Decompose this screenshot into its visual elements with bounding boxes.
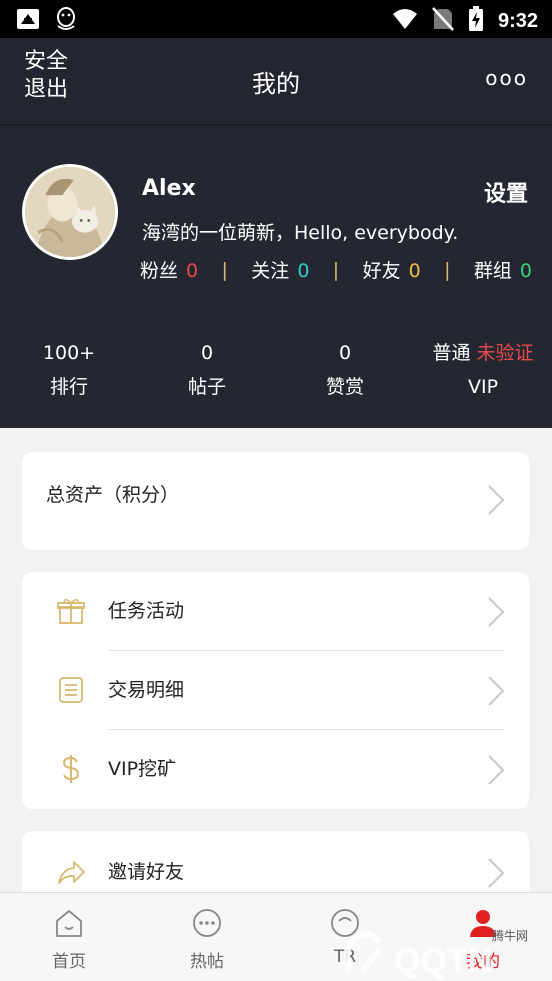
rank-stat[interactable]: 100+ 排行 — [0, 336, 138, 404]
chevron-right-icon — [488, 597, 505, 627]
rank-label: 排行 — [49, 376, 88, 398]
posts-label: 帖子 — [187, 376, 226, 398]
menu-item-tasks[interactable]: 任务活动 — [22, 572, 529, 651]
svg-text:腾牛网: 腾牛网 — [492, 928, 528, 943]
vip-level: 普通 — [432, 342, 471, 364]
menu-item-label: 邀请好友 — [108, 861, 185, 883]
no-sim-icon — [432, 7, 454, 35]
rewards-value: 0 — [338, 342, 352, 364]
avatar[interactable] — [22, 164, 118, 260]
chat-bubble-icon — [193, 909, 221, 937]
username: Alex — [142, 176, 196, 201]
tab-label: 首页 — [52, 952, 86, 972]
app-header: 安全退出 我的 ooo — [0, 38, 552, 124]
chevron-right-icon — [488, 755, 505, 785]
menu-item-label: 交易明细 — [108, 679, 185, 701]
vip-label: VIP — [467, 376, 499, 398]
menu-item-vip-mining[interactable]: VIP挖矿 — [22, 730, 529, 809]
total-assets-title: 总资产（积分） — [46, 484, 180, 506]
chevron-right-icon — [488, 676, 505, 706]
share-arrow-icon — [58, 861, 85, 884]
more-options-button[interactable]: ooo — [485, 66, 528, 90]
dollar-icon — [62, 755, 80, 783]
groups-stat[interactable]: 群组 0 — [474, 256, 532, 283]
vip-stat[interactable]: 普通 未验证 VIP — [414, 336, 552, 404]
following-label: 关注 — [251, 260, 290, 282]
chevron-right-icon — [488, 858, 505, 888]
watermark-logo: QQTN 腾牛网 — [340, 920, 552, 981]
friends-stat[interactable]: 好友 0 — [363, 256, 421, 283]
menu-item-transactions[interactable]: 交易明细 — [22, 651, 529, 730]
tab-home[interactable]: 首页 — [0, 893, 138, 981]
menu-card: 任务活动 交易明细 VIP挖矿 — [22, 572, 529, 809]
menu-item-label: 任务活动 — [108, 600, 185, 622]
tab-hot-posts[interactable]: 热帖 — [138, 893, 276, 981]
followers-label: 粉丝 — [140, 260, 179, 282]
page-title: 我的 — [252, 70, 300, 98]
status-bar: 9:32 — [0, 0, 552, 38]
rank-value: 100+ — [42, 342, 96, 364]
following-count: 0 — [297, 260, 310, 282]
home-icon — [56, 910, 82, 937]
total-assets-card[interactable]: 总资产（积分） — [22, 452, 529, 550]
status-time: 9:32 — [497, 9, 538, 32]
vip-verify-status: 未验证 — [476, 342, 534, 364]
tab-label: 热帖 — [190, 952, 224, 972]
rewards-label: 赞赏 — [325, 376, 364, 398]
followers-stat[interactable]: 粉丝 0 — [140, 256, 198, 283]
user-stats: 100+ 排行 0 帖子 0 赞赏 普通 未验证 VIP — [0, 336, 552, 404]
user-bio: 海湾的一位萌新，Hello, everybody. — [142, 222, 459, 244]
separator: | — [444, 258, 451, 281]
followers-count: 0 — [186, 260, 199, 282]
vip-status-row: 普通 未验证 — [414, 336, 552, 370]
friends-label: 好友 — [362, 260, 401, 282]
gift-icon — [57, 598, 85, 624]
notification-app-icon — [16, 7, 40, 35]
chevron-right-icon — [488, 485, 505, 515]
posts-value: 0 — [200, 342, 214, 364]
social-stats: 粉丝 0 | 关注 0 | 好友 0 | 群组 0 — [140, 256, 532, 283]
separator: | — [221, 258, 228, 281]
posts-stat[interactable]: 0 帖子 — [138, 336, 276, 404]
svg-text:QQTN: QQTN — [394, 942, 492, 980]
qq-penguin-icon — [54, 6, 78, 36]
document-list-icon — [59, 677, 83, 703]
menu-item-label: VIP挖矿 — [108, 758, 177, 780]
groups-count: 0 — [519, 260, 532, 282]
separator: | — [332, 258, 340, 281]
profile-section: Alex 设置 海湾的一位萌新，Hello, everybody. 粉丝 0 | … — [0, 124, 552, 428]
wifi-icon — [392, 7, 418, 35]
groups-label: 群组 — [473, 260, 512, 282]
settings-button[interactable]: 设置 — [484, 176, 528, 208]
battery-charging-icon — [468, 6, 484, 36]
rewards-stat[interactable]: 0 赞赏 — [276, 336, 414, 404]
following-stat[interactable]: 关注 0 — [251, 256, 309, 283]
friends-count: 0 — [408, 260, 421, 282]
